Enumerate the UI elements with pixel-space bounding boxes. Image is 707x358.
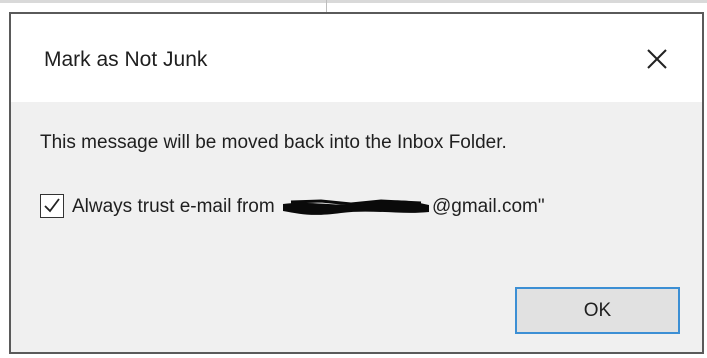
dialog-message: This message will be moved back into the…	[40, 132, 507, 153]
close-button[interactable]	[631, 34, 683, 84]
ok-button[interactable]: OK	[515, 287, 680, 334]
always-trust-label-prefix: Always trust e-mail from	[72, 196, 280, 217]
mark-not-junk-dialog: Mark as Not Junk This message will be mo…	[9, 12, 704, 354]
dialog-titlebar: Mark as Not Junk	[11, 14, 702, 102]
background-divider	[326, 0, 327, 12]
redacted-email-scribble	[281, 198, 431, 216]
dialog-title: Mark as Not Junk	[44, 48, 208, 71]
always-trust-label-suffix: @gmail.com"	[431, 196, 545, 217]
background-border	[0, 0, 707, 3]
always-trust-label: Always trust e-mail from @gmail.com"	[72, 195, 545, 219]
checkmark-icon	[44, 198, 60, 213]
close-icon	[647, 49, 667, 69]
always-trust-checkbox[interactable]	[40, 194, 64, 218]
